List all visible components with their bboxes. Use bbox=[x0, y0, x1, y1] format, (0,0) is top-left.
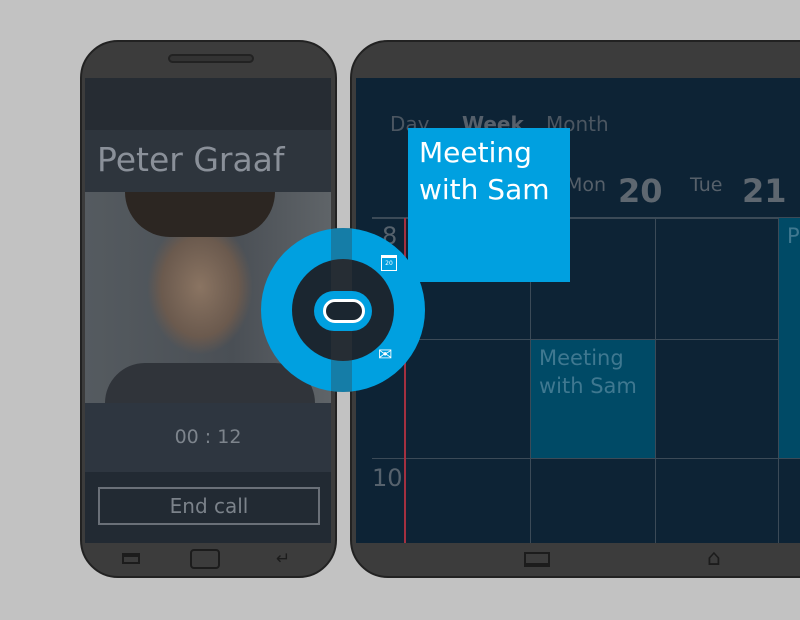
day-number-tue: 21 bbox=[742, 172, 787, 210]
home-button[interactable] bbox=[190, 549, 220, 569]
tablet-menu-icon[interactable] bbox=[524, 552, 550, 567]
mail-icon[interactable]: ✉ bbox=[378, 345, 392, 365]
day-name-tue: Tue bbox=[690, 174, 723, 196]
end-call-button[interactable]: End call bbox=[98, 487, 320, 525]
hour-label-10: 10 bbox=[372, 464, 403, 492]
end-call-area: End call bbox=[85, 472, 331, 543]
caller-photo-hair bbox=[125, 192, 275, 237]
calendar-icon[interactable]: 20 bbox=[381, 255, 397, 271]
calendar-event-partial[interactable]: P bbox=[779, 218, 800, 458]
caller-name: Peter Graaf bbox=[85, 130, 331, 192]
phone-speaker bbox=[168, 54, 254, 63]
calendar-event[interactable]: Meeting with Sam bbox=[531, 340, 655, 458]
back-icon[interactable]: ↵ bbox=[276, 549, 290, 569]
drag-handle[interactable] bbox=[323, 299, 365, 323]
day-name-mon: Mon bbox=[566, 174, 607, 196]
menu-icon[interactable] bbox=[122, 553, 140, 564]
grid-line bbox=[372, 458, 800, 459]
grid-line bbox=[655, 218, 656, 543]
dragged-event-tile[interactable]: Meeting with Sam bbox=[408, 128, 570, 282]
call-header bbox=[85, 78, 331, 130]
call-duration: 00 : 12 bbox=[85, 403, 331, 472]
day-number-mon: 20 bbox=[618, 172, 663, 210]
tablet-home-icon[interactable]: ⌂ bbox=[707, 546, 721, 571]
caller-photo-suit bbox=[105, 363, 315, 403]
